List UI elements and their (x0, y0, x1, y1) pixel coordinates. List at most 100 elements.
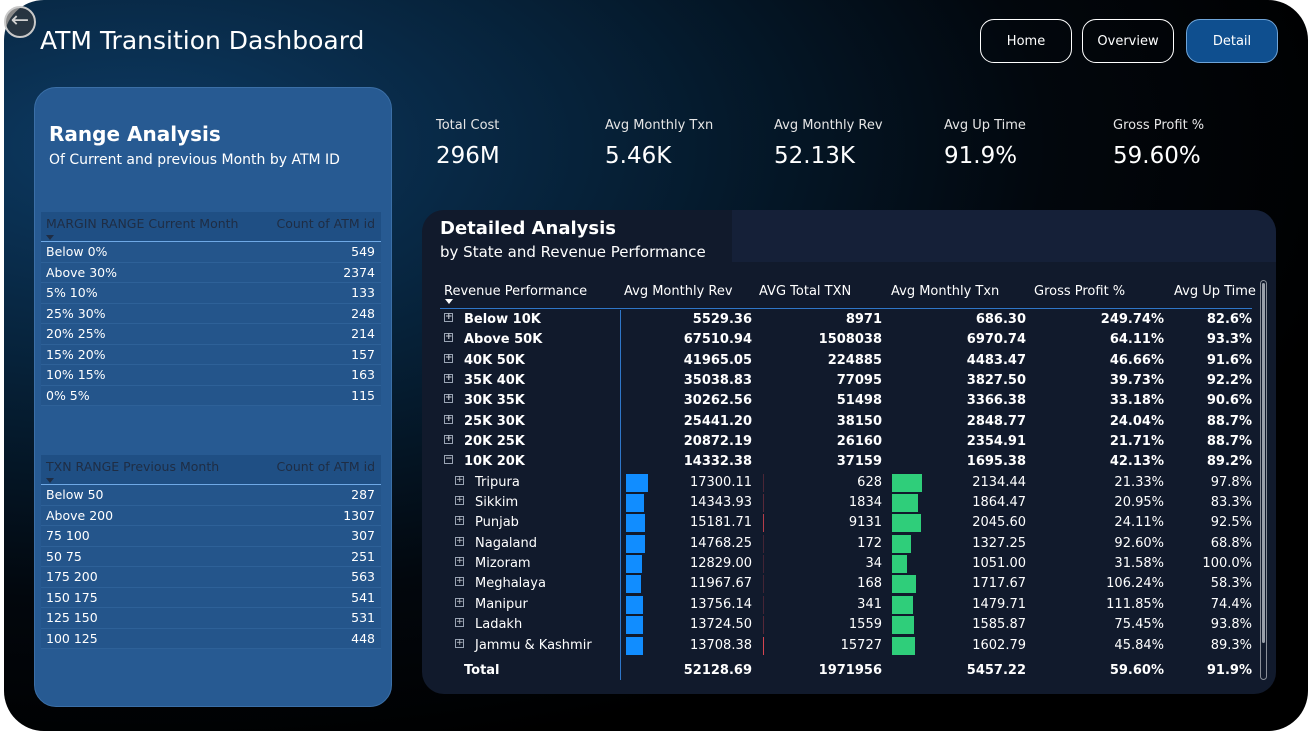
expand-icon[interactable]: + (455, 597, 464, 607)
cell-monthly-txn: 1585.87 (972, 617, 1026, 633)
margin-range-row[interactable]: 5% 10% 133 (41, 283, 381, 304)
state-row[interactable]: + Ladakh 13724.50 1559 1585.87 75.45% 93.8% (440, 615, 1252, 635)
txn-table-header[interactable]: TXN RANGE Previous Month Count of ATM id (41, 455, 381, 485)
col-gross-profit[interactable]: Gross Profit % (1034, 284, 1125, 299)
cell-uptime: 92.2% (1206, 373, 1252, 389)
matrix-group-row[interactable]: +35K 40K 35038.83 77095 3827.50 39.73% 92.2% (440, 371, 1252, 391)
expand-icon[interactable]: + (444, 313, 453, 322)
txn-range-row[interactable]: 100 125 448 (41, 628, 381, 649)
cell-uptime: 88.7% (1206, 434, 1252, 450)
cell-monthly-txn: 2045.60 (972, 515, 1026, 531)
rev-data-bar (626, 636, 644, 655)
total-monthly-txn: 5457.22 (966, 663, 1026, 678)
matrix-group-row[interactable]: + Below 10K 5529.36 8971 686.30 249.74% 82.6% (440, 310, 1252, 330)
txn-range-table: TXN RANGE Previous Month Count of ATM id… (41, 455, 381, 649)
state-row[interactable]: + Jammu & Kashmir 13708.38 15727 1602.79 45.8… (440, 636, 1252, 656)
margin-range-row[interactable]: 20% 25% 214 (41, 324, 381, 345)
expand-icon[interactable]: + (455, 638, 464, 648)
expand-icon[interactable]: + (444, 333, 453, 343)
collapse-icon[interactable]: − (444, 455, 453, 465)
txn-range-row[interactable]: 50 75 251 (41, 546, 381, 567)
expand-icon[interactable]: + (455, 496, 464, 506)
expand-icon[interactable]: + (455, 557, 464, 567)
expand-icon[interactable]: + (455, 516, 464, 526)
nav-detail-button[interactable]: Detail (1186, 19, 1278, 63)
expand-icon[interactable]: + (444, 374, 453, 384)
margin-count-col-label[interactable]: Count of ATM id (277, 216, 376, 231)
group-label: 30K 35K (464, 393, 525, 409)
margin-range-row[interactable]: 10% 15% 163 (41, 365, 381, 386)
matrix-group-row[interactable]: +20K 25K 20872.19 26160 2354.91 21.71% 88.7% (440, 432, 1252, 452)
col-avg-total-txn[interactable]: AVG Total TXN (759, 284, 851, 299)
txn-range-row[interactable]: Below 50 287 (41, 485, 381, 506)
state-label: Jammu & Kashmir (475, 637, 592, 653)
txn-range-row[interactable]: 75 100 307 (41, 526, 381, 547)
range-label: Above 30% (46, 264, 117, 280)
kpi-label: Avg Up Time (944, 118, 1026, 133)
state-row[interactable]: + Punjab 15181.71 9131 2045.60 24.11% 92.5% (440, 513, 1252, 533)
expand-icon[interactable]: + (455, 577, 464, 587)
expand-icon[interactable]: + (455, 536, 464, 546)
expand-icon[interactable]: + (444, 435, 453, 445)
cell-total-txn: 51498 (836, 393, 882, 409)
col-avg-up-time[interactable]: Avg Up Time (1174, 284, 1256, 299)
margin-col-label[interactable]: MARGIN RANGE Current Month (46, 216, 238, 231)
state-row[interactable]: + Mizoram 12829.00 34 1051.00 31.58% 100.0% (440, 554, 1252, 574)
cell-uptime: 90.6% (1206, 393, 1252, 409)
expand-icon[interactable]: + (444, 353, 453, 363)
col-avg-monthly-txn[interactable]: Avg Monthly Txn (891, 284, 999, 299)
matrix-group-row[interactable]: +30K 35K 30262.56 51498 3366.38 33.18% 90.6% (440, 391, 1252, 411)
atm-count: 1307 (343, 507, 375, 523)
txn-range-row[interactable]: Above 200 1307 (41, 505, 381, 526)
range-analysis-subtitle: Of Current and previous Month by ATM ID (49, 152, 340, 168)
margin-range-row[interactable]: Above 30% 2374 (41, 262, 381, 283)
kpi-value: 5.46K (605, 143, 672, 169)
matrix-group-row[interactable]: +40K 50K 41965.05 224885 4483.47 46.66% 91.6% (440, 351, 1252, 371)
expand-icon[interactable]: + (444, 414, 453, 424)
atm-count: 287 (351, 487, 375, 503)
back-arrow-icon[interactable]: ← (4, 6, 36, 38)
matrix-group-row[interactable]: +25K 30K 25441.20 38150 2848.77 24.04% 88.7% (440, 412, 1252, 432)
matrix-group-row[interactable]: − 10K 20K 14332.38 37159 1695.38 42.13% 89.2% (440, 452, 1252, 472)
margin-range-row[interactable]: Below 0% 549 (41, 242, 381, 263)
margin-range-row[interactable]: 25% 30% 248 (41, 303, 381, 324)
atm-count: 448 (351, 630, 375, 646)
expand-icon[interactable]: + (455, 475, 464, 485)
col-revenue-performance[interactable]: Revenue Performance (444, 284, 587, 299)
state-row[interactable]: + Sikkim 14343.93 1834 1864.47 20.95% 83.3% (440, 493, 1252, 513)
group-label: 40K 50K (464, 352, 525, 368)
state-row[interactable]: + Nagaland 14768.25 172 1327.25 92.60% 68.8% (440, 534, 1252, 554)
expand-icon[interactable]: + (444, 394, 453, 404)
dashboard-frame: ATM Transition Dashboard Home Overview D… (4, 0, 1308, 731)
scrollbar-thumb[interactable] (1262, 283, 1265, 643)
cell-rev: 5529.36 (692, 312, 752, 327)
cell-gp: 64.11% (1109, 332, 1164, 348)
matrix-group-row[interactable]: + Above 50K 67510.94 1508038 6970.74 64.11% 93… (440, 330, 1252, 350)
nav-overview-button[interactable]: Overview (1082, 19, 1174, 63)
atm-count: 563 (351, 569, 375, 585)
state-label: Meghalaya (475, 576, 546, 592)
nav-home-button[interactable]: Home (980, 19, 1072, 63)
monthly-txn-data-bar (892, 616, 915, 635)
atm-count: 307 (351, 528, 375, 544)
txn-range-row[interactable]: 175 200 563 (41, 567, 381, 588)
col-avg-monthly-rev[interactable]: Avg Monthly Rev (624, 284, 733, 299)
state-row[interactable]: + Manipur 13756.14 341 1479.71 111.85% 74.4% (440, 595, 1252, 615)
atm-count: 251 (351, 548, 375, 564)
txn-count-col-label[interactable]: Count of ATM id (277, 459, 376, 474)
txn-range-row[interactable]: 125 150 531 (41, 608, 381, 629)
margin-range-row[interactable]: 0% 5% 115 (41, 385, 381, 406)
cell-rev: 67510.94 (683, 332, 752, 348)
matrix-scrollbar[interactable] (1260, 280, 1267, 680)
cell-rev: 14343.93 (689, 495, 752, 511)
matrix-header: Revenue Performance Avg Monthly Rev AVG … (440, 282, 1256, 309)
state-row[interactable]: + Meghalaya 11967.67 168 1717.67 106.24% 58.3% (440, 574, 1252, 594)
expand-icon[interactable]: + (455, 618, 464, 628)
cell-total-txn: 1508038 (818, 332, 882, 348)
atm-count: 541 (351, 589, 375, 605)
txn-col-label[interactable]: TXN RANGE Previous Month (46, 459, 219, 474)
txn-range-row[interactable]: 150 175 541 (41, 587, 381, 608)
margin-table-header[interactable]: MARGIN RANGE Current Month Count of ATM … (41, 212, 381, 242)
margin-range-row[interactable]: 15% 20% 157 (41, 344, 381, 365)
state-row[interactable]: + Tripura 17300.11 628 2134.44 21.33% 97.8% (440, 473, 1252, 493)
